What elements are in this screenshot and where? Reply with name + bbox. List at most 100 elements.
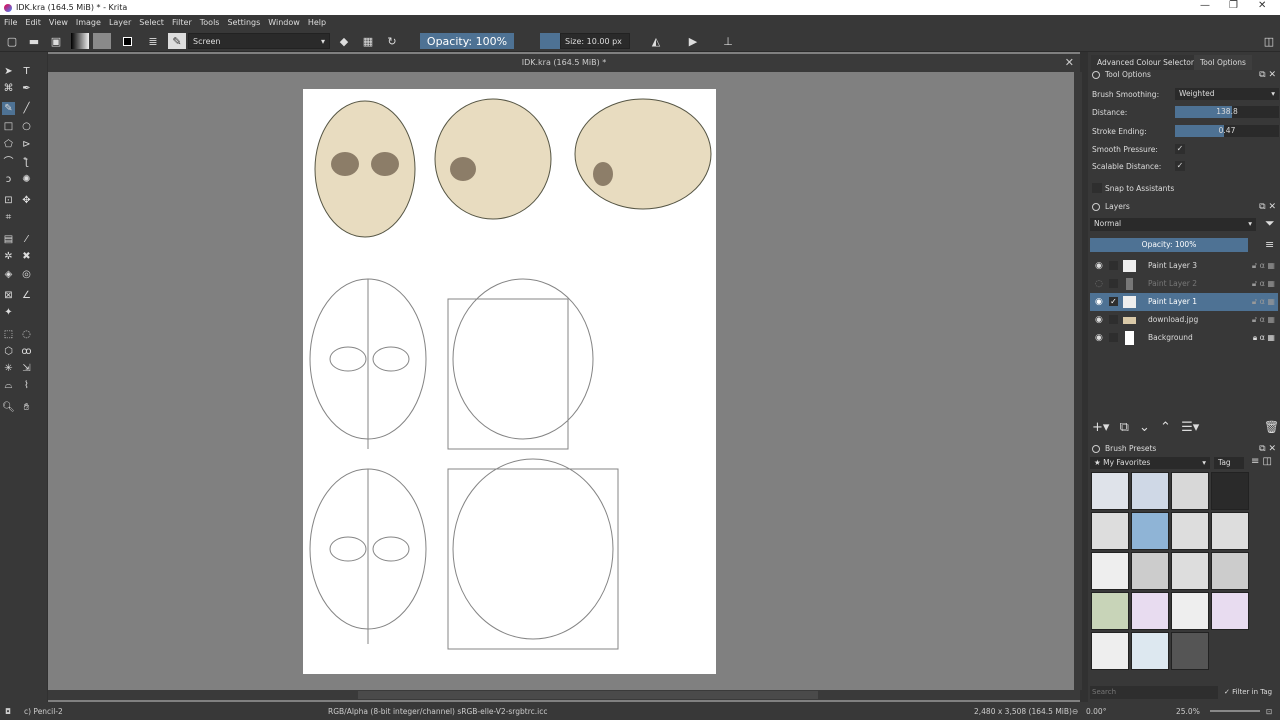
eye-icon[interactable]: ◉ (1095, 329, 1103, 347)
brush-preset-tile[interactable] (1131, 512, 1169, 550)
brush-icon[interactable]: ◘ (5, 707, 11, 716)
mirror-horizontal-icon[interactable]: ◭ (649, 33, 663, 49)
menu-image[interactable]: Image (76, 18, 101, 27)
float-close-icons[interactable]: ⧉ ✕ (1259, 200, 1276, 214)
gradient-tool-icon[interactable]: ▤ (2, 233, 15, 246)
polyline-tool-icon[interactable]: ⊳ (20, 138, 33, 151)
lock-alpha-icons[interactable]: 🔒︎ α ▦ (1253, 329, 1275, 347)
gradient-selector[interactable] (71, 33, 89, 49)
filter-icon[interactable]: ⏷ (1265, 216, 1275, 231)
brush-preset-tile[interactable] (1091, 472, 1129, 510)
menu-window[interactable]: Window (268, 18, 300, 27)
lock-icon[interactable] (1092, 71, 1100, 79)
preserve-alpha-icon[interactable]: ▦ (361, 33, 375, 49)
open-folder-icon[interactable]: ▬ (27, 33, 41, 49)
bezier-select-icon[interactable]: ⌓ (2, 379, 15, 392)
distance-slider[interactable]: 138.8 (1175, 106, 1279, 118)
brush-preset-tile[interactable] (1131, 632, 1169, 670)
add-layer-icon[interactable]: +▾ (1092, 420, 1109, 435)
eraser-icon[interactable]: ◆ (337, 33, 351, 49)
text-tool-icon[interactable]: T (20, 65, 33, 78)
float-close-icons[interactable]: ⧉ ✕ (1259, 68, 1276, 82)
document-tab[interactable]: IDK.kra (164.5 MiB) * ✕ (48, 54, 1080, 72)
stroke-ending-slider[interactable]: 0.47 (1175, 125, 1279, 137)
smart-patch-icon[interactable]: ✲ (2, 250, 15, 263)
rotation-icon[interactable]: ⊖ (1072, 707, 1078, 716)
zoom-icon[interactable]: 🔍︎ (2, 401, 15, 414)
polygon-select-icon[interactable]: ⬡ (2, 345, 15, 358)
magnetic-select-icon[interactable]: ⌇ (20, 379, 33, 392)
polygon-tool-icon[interactable]: ⬠ (2, 138, 15, 151)
fit-icon[interactable]: ⊡ (1266, 707, 1272, 716)
tag-select[interactable]: ★ My Favorites ▾ (1090, 457, 1210, 469)
enclose-fill-icon[interactable]: ◎ (20, 268, 33, 281)
similar-select-icon[interactable]: ⇲ (20, 362, 33, 375)
brush-preset-tile[interactable] (1211, 512, 1249, 550)
brush-preset-tile[interactable] (1171, 632, 1209, 670)
filter-in-tag-checkbox[interactable]: ✓ Filter in Tag (1224, 688, 1272, 696)
ellipse-select-icon[interactable]: ◌ (20, 328, 33, 341)
dynamic-brush-icon[interactable]: ↄ (2, 173, 15, 186)
mirror-vertical-icon[interactable]: ▶ (686, 33, 700, 49)
brush-preset-tile[interactable] (1131, 552, 1169, 590)
size-slider[interactable]: Size: 10.00 px (560, 33, 630, 49)
layer-checkbox[interactable]: ✓ (1109, 297, 1118, 306)
save-icon[interactable]: ▣ (49, 33, 63, 49)
line-tool-icon[interactable]: ╱ (20, 102, 33, 115)
maximize-button[interactable]: ❐ (1229, 0, 1238, 11)
lock-alpha-icons[interactable]: 🔓︎ α ▦ (1252, 293, 1275, 311)
move-tool-icon[interactable]: ✥ (20, 194, 33, 207)
lock-alpha-icons[interactable]: 🔓︎ α ▦ (1252, 311, 1275, 329)
pattern-selector[interactable] (93, 33, 111, 49)
reload-preset-icon[interactable]: ↻ (385, 33, 399, 49)
lock-icon[interactable] (1092, 445, 1100, 453)
brush-preset-tile[interactable] (1171, 552, 1209, 590)
brush-preset-tile[interactable] (1091, 552, 1129, 590)
lock-alpha-icons[interactable]: 🔓︎ α ▦ (1252, 275, 1275, 293)
brush-preset-tile[interactable] (1171, 472, 1209, 510)
brush-preset-tile[interactable] (1171, 592, 1209, 630)
contiguous-select-icon[interactable]: ✳ (2, 362, 15, 375)
transform-tool-icon[interactable]: ⊡ (2, 194, 15, 207)
drawing-canvas[interactable] (303, 89, 716, 674)
rectangle-tool-icon[interactable]: □ (2, 120, 15, 133)
layer-row[interactable]: ◉ download.jpg 🔓︎ α ▦ (1090, 311, 1278, 329)
brush-settings-icon[interactable]: ≣ (145, 33, 161, 49)
measure-tool-icon[interactable]: ∠ (20, 289, 33, 302)
minimize-button[interactable]: — (1200, 0, 1210, 11)
assistant-tool-icon[interactable]: ⊠ (2, 289, 15, 302)
layer-row[interactable]: ◉ Background 🔒︎ α ▦ (1090, 329, 1278, 347)
layer-checkbox[interactable] (1109, 261, 1118, 270)
close-document-button[interactable]: ✕ (1065, 54, 1074, 72)
menu-filter[interactable]: Filter (172, 18, 192, 27)
fg-bg-color-icon[interactable] (118, 33, 136, 49)
bucket-fill-icon[interactable]: ◈ (2, 268, 15, 281)
workspace-icon[interactable]: ◫ (1262, 33, 1276, 49)
multibrush-icon[interactable]: ✺ (20, 173, 33, 186)
eye-icon[interactable]: ◉ (1095, 293, 1103, 311)
vertical-scrollbar[interactable] (1074, 72, 1082, 690)
horizontal-scrollbar[interactable] (48, 690, 1080, 700)
blend-mode-select[interactable]: Screen ▾ (188, 33, 330, 49)
move-down-icon[interactable]: ⌄ (1139, 420, 1150, 435)
duplicate-layer-icon[interactable]: ⧉ (1120, 420, 1129, 435)
lock-icon[interactable] (1092, 203, 1100, 211)
ellipse-tool-icon[interactable]: ○ (20, 120, 33, 133)
brush-preset-tile[interactable] (1211, 472, 1249, 510)
brush-smoothing-select[interactable]: Weighted ▾ (1175, 88, 1279, 100)
layer-row-selected[interactable]: ◉ ✓ Paint Layer 1 🔓︎ α ▦ (1090, 293, 1278, 311)
freehand-path-icon[interactable]: ƪ (20, 156, 33, 169)
eye-icon[interactable]: ◉ (1095, 311, 1103, 329)
move-up-icon[interactable]: ⌃ (1160, 420, 1171, 435)
menu-tools[interactable]: Tools (200, 18, 220, 27)
layer-opacity-slider[interactable]: Opacity: 100% (1090, 238, 1248, 252)
brush-preset-tile[interactable] (1211, 592, 1249, 630)
tag-button[interactable]: Tag (1214, 457, 1244, 469)
layer-checkbox[interactable] (1109, 315, 1118, 324)
menu-settings[interactable]: Settings (227, 18, 260, 27)
layer-blend-mode-select[interactable]: Normal ▾ (1090, 218, 1256, 231)
pan-icon[interactable]: ✋︎ (20, 401, 33, 414)
wrap-around-icon[interactable]: ⊥ (721, 33, 735, 49)
brush-preset-tile[interactable] (1131, 472, 1169, 510)
new-document-icon[interactable]: ▢ (5, 33, 19, 49)
